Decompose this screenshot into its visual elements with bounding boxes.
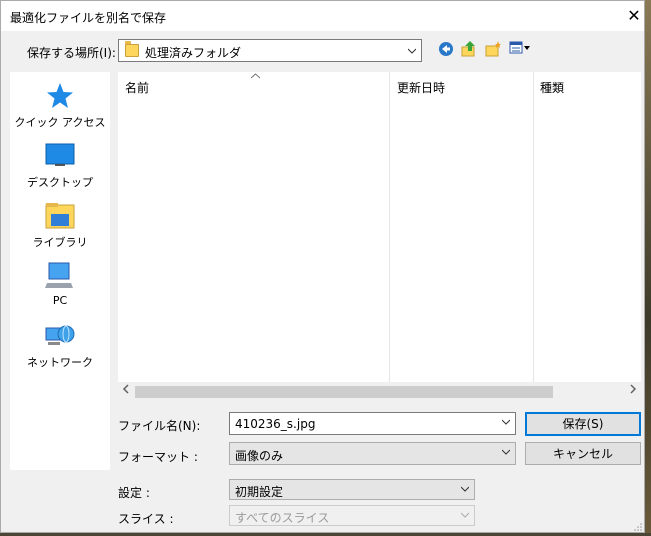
pc-icon xyxy=(45,262,75,290)
sidebar-item-label: デスクトップ xyxy=(27,176,93,189)
column-header-modified[interactable]: 更新日時 xyxy=(397,79,445,103)
horizontal-scrollbar[interactable] xyxy=(118,382,641,401)
filename-value: 410236_s.jpg xyxy=(235,417,316,431)
location-label: 保存する場所(I): xyxy=(27,46,116,60)
back-icon[interactable] xyxy=(437,41,455,59)
resize-grip-icon[interactable] xyxy=(633,522,643,532)
places-sidebar: クイック アクセス デスクトップ ライブラリ PC ネットワーク xyxy=(10,72,110,470)
chevron-down-icon xyxy=(461,512,469,518)
sidebar-item-network[interactable]: ネットワーク xyxy=(10,322,110,370)
sidebar-item-quick-access[interactable]: クイック アクセス xyxy=(10,82,110,130)
network-icon xyxy=(45,322,75,350)
sidebar-item-pc[interactable]: PC xyxy=(10,262,110,307)
column-divider xyxy=(533,72,534,382)
folder-icon xyxy=(125,41,139,57)
location-dropdown[interactable]: 処理済みフォルダ xyxy=(118,39,422,62)
scrollbar-thumb[interactable] xyxy=(135,386,553,398)
close-icon[interactable]: ✕ xyxy=(624,6,644,26)
new-folder-icon[interactable] xyxy=(484,41,502,59)
slices-dropdown: すべてのスライス xyxy=(229,505,475,526)
desktop-background xyxy=(645,0,651,536)
slices-label: スライス : xyxy=(118,512,174,526)
sidebar-item-label: クイック アクセス xyxy=(14,116,106,129)
filename-label: ファイル名(N): xyxy=(118,419,201,433)
format-dropdown[interactable]: 画像のみ xyxy=(229,442,516,465)
settings-value: 初期設定 xyxy=(235,485,284,499)
window-title: 最適化ファイルを別名で保存 xyxy=(10,11,167,25)
chevron-down-icon xyxy=(502,449,510,455)
sort-ascending-icon xyxy=(251,73,260,79)
file-list[interactable]: 名前 更新日時 種類 xyxy=(118,72,641,401)
scroll-left-icon[interactable] xyxy=(122,384,129,397)
format-value: 画像のみ xyxy=(235,449,284,463)
scroll-right-icon[interactable] xyxy=(630,384,637,397)
sidebar-item-label: ライブラリ xyxy=(32,236,88,249)
up-folder-icon[interactable] xyxy=(460,41,478,59)
star-icon xyxy=(46,82,74,110)
library-icon xyxy=(45,202,75,230)
settings-label: 設定 : xyxy=(118,486,150,500)
column-header-type[interactable]: 種類 xyxy=(540,79,564,103)
chevron-down-icon[interactable] xyxy=(502,418,510,426)
cancel-button[interactable]: キャンセル xyxy=(525,442,641,465)
settings-dropdown[interactable]: 初期設定 xyxy=(229,479,475,500)
save-button[interactable]: 保存(S) xyxy=(525,412,641,436)
title-bar: 最適化ファイルを別名で保存 ✕ xyxy=(1,1,644,31)
format-label: フォーマット : xyxy=(118,450,198,464)
chevron-down-icon xyxy=(408,48,416,54)
desktop-icon xyxy=(45,142,75,170)
chevron-down-icon xyxy=(461,486,469,492)
filename-field[interactable]: 410236_s.jpg xyxy=(229,412,516,435)
location-value: 処理済みフォルダ xyxy=(145,46,242,60)
column-header-name[interactable]: 名前 xyxy=(125,79,149,103)
sidebar-item-desktop[interactable]: デスクトップ xyxy=(10,142,110,190)
column-divider xyxy=(389,72,390,382)
slices-value: すべてのスライス xyxy=(235,511,330,525)
sidebar-item-label: ネットワーク xyxy=(27,356,93,369)
view-menu-icon[interactable] xyxy=(508,41,532,59)
sidebar-item-label: PC xyxy=(52,294,68,307)
sidebar-item-library[interactable]: ライブラリ xyxy=(10,202,110,250)
save-dialog: 最適化ファイルを別名で保存 ✕ 保存する場所(I): 処理済みフォルダ クイック… xyxy=(0,0,645,533)
